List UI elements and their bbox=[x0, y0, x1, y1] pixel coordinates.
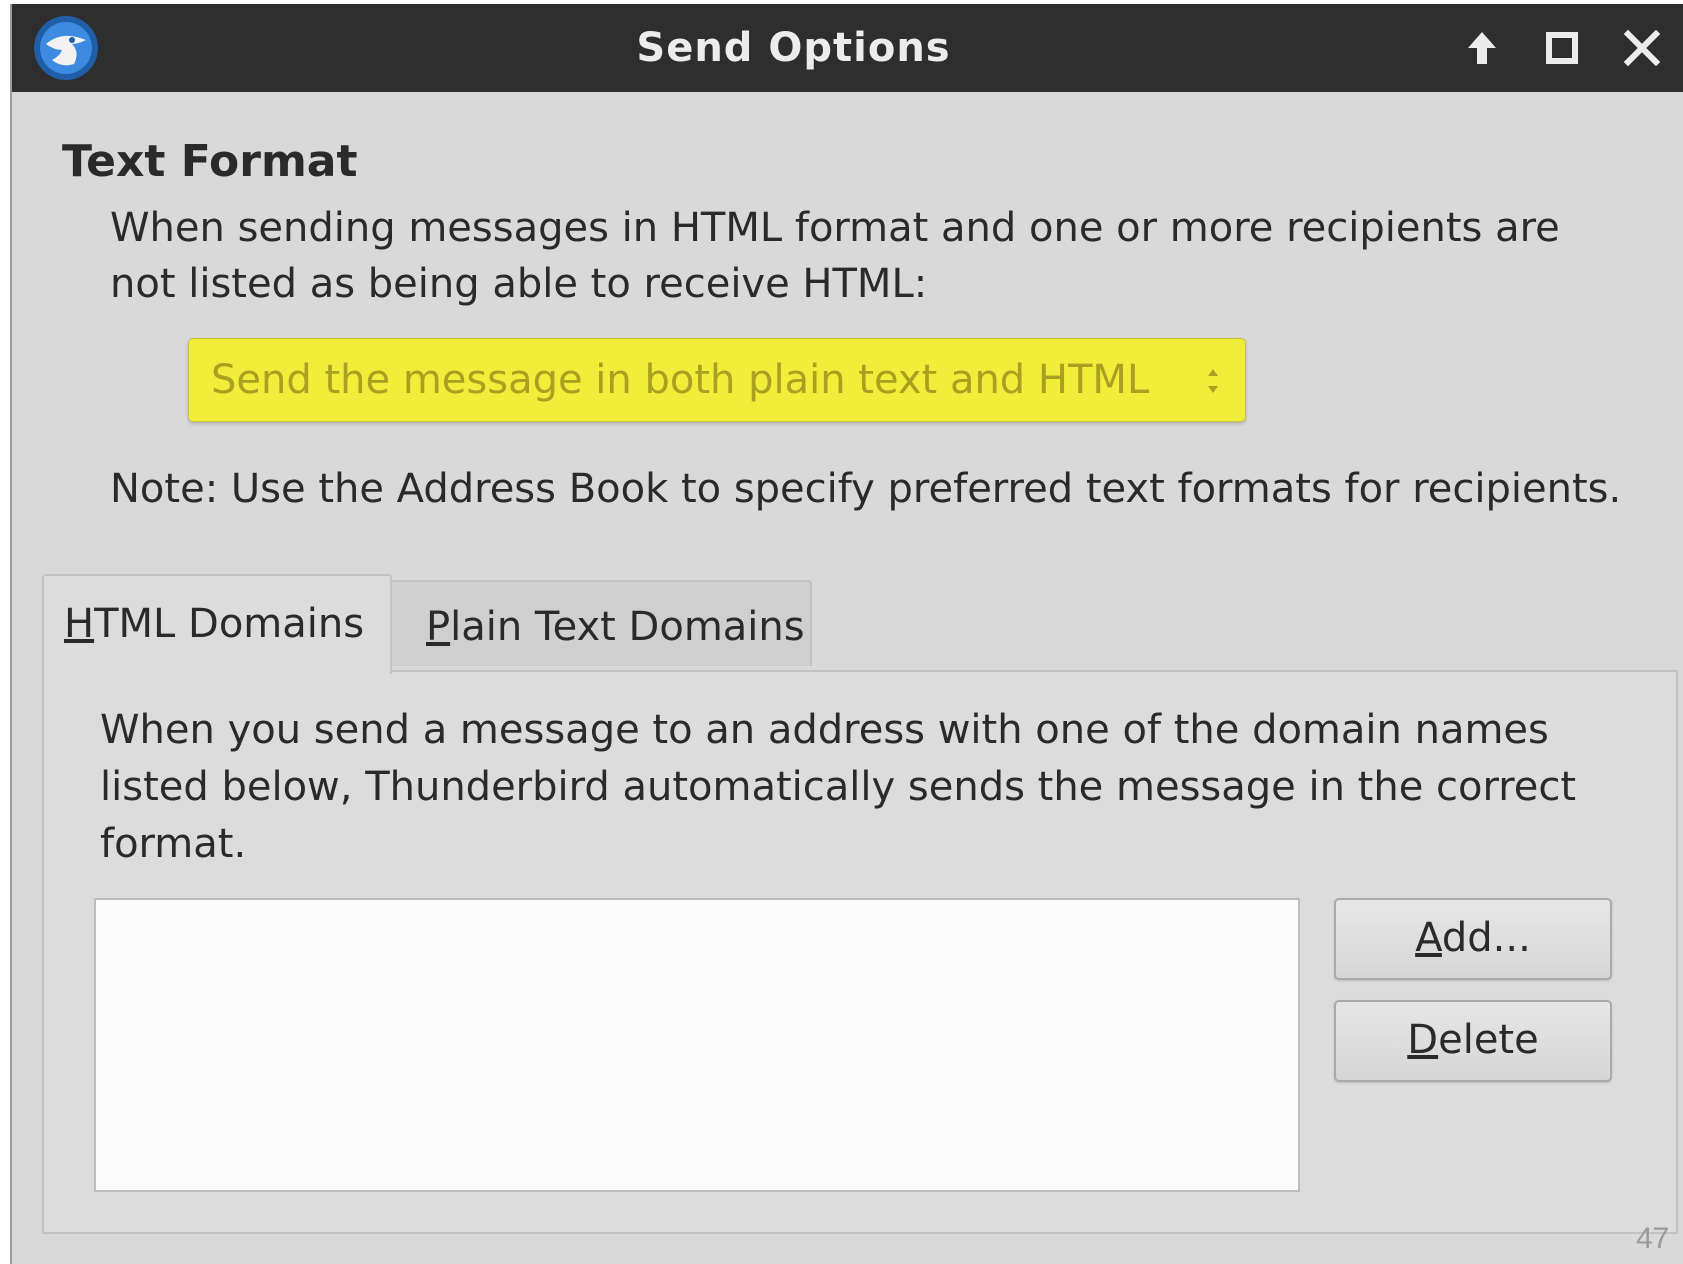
tab-html-domains-accel: H bbox=[64, 601, 95, 647]
tab-html-domains-label: TML Domains bbox=[94, 601, 365, 647]
address-book-note: Note: Use the Address Book to specify pr… bbox=[110, 466, 1622, 512]
send-format-select[interactable]: Send the message in both plain text and … bbox=[188, 338, 1246, 422]
delete-button-accel: D bbox=[1407, 1017, 1439, 1063]
select-arrows-icon bbox=[1203, 361, 1223, 401]
page-number: 47 bbox=[1636, 1222, 1670, 1255]
add-button-accel: A bbox=[1415, 915, 1442, 961]
domain-list[interactable] bbox=[94, 898, 1300, 1192]
add-domain-button[interactable]: Add... bbox=[1334, 898, 1612, 980]
html-recipients-description: When sending messages in HTML format and… bbox=[110, 205, 1560, 307]
title-bar[interactable]: Send Options bbox=[12, 4, 1683, 92]
tab-html-domains[interactable]: HTML Domains bbox=[42, 574, 392, 674]
window-title: Send Options bbox=[636, 25, 951, 71]
add-button-label: dd... bbox=[1441, 915, 1531, 961]
send-format-select-value: Send the message in both plain text and … bbox=[211, 357, 1150, 403]
section-title-text-format: Text Format bbox=[62, 136, 358, 187]
tab-plain-text-domains-accel: P bbox=[426, 604, 451, 650]
send-options-dialog: Send Options Text Format When sending me… bbox=[10, 4, 1683, 1264]
close-icon[interactable] bbox=[1616, 22, 1668, 74]
html-domains-panel: When you send a message to an address wi… bbox=[42, 670, 1678, 1234]
maximize-icon[interactable] bbox=[1536, 22, 1588, 74]
delete-domain-button[interactable]: Delete bbox=[1334, 1000, 1612, 1082]
tab-plain-text-domains-label: lain Text Domains bbox=[450, 604, 805, 650]
tab-plain-text-domains[interactable]: Plain Text Domains bbox=[392, 580, 812, 666]
domains-description: When you send a message to an address wi… bbox=[100, 707, 1577, 867]
delete-button-label: elete bbox=[1438, 1017, 1539, 1063]
arrow-up-icon[interactable] bbox=[1456, 22, 1508, 74]
